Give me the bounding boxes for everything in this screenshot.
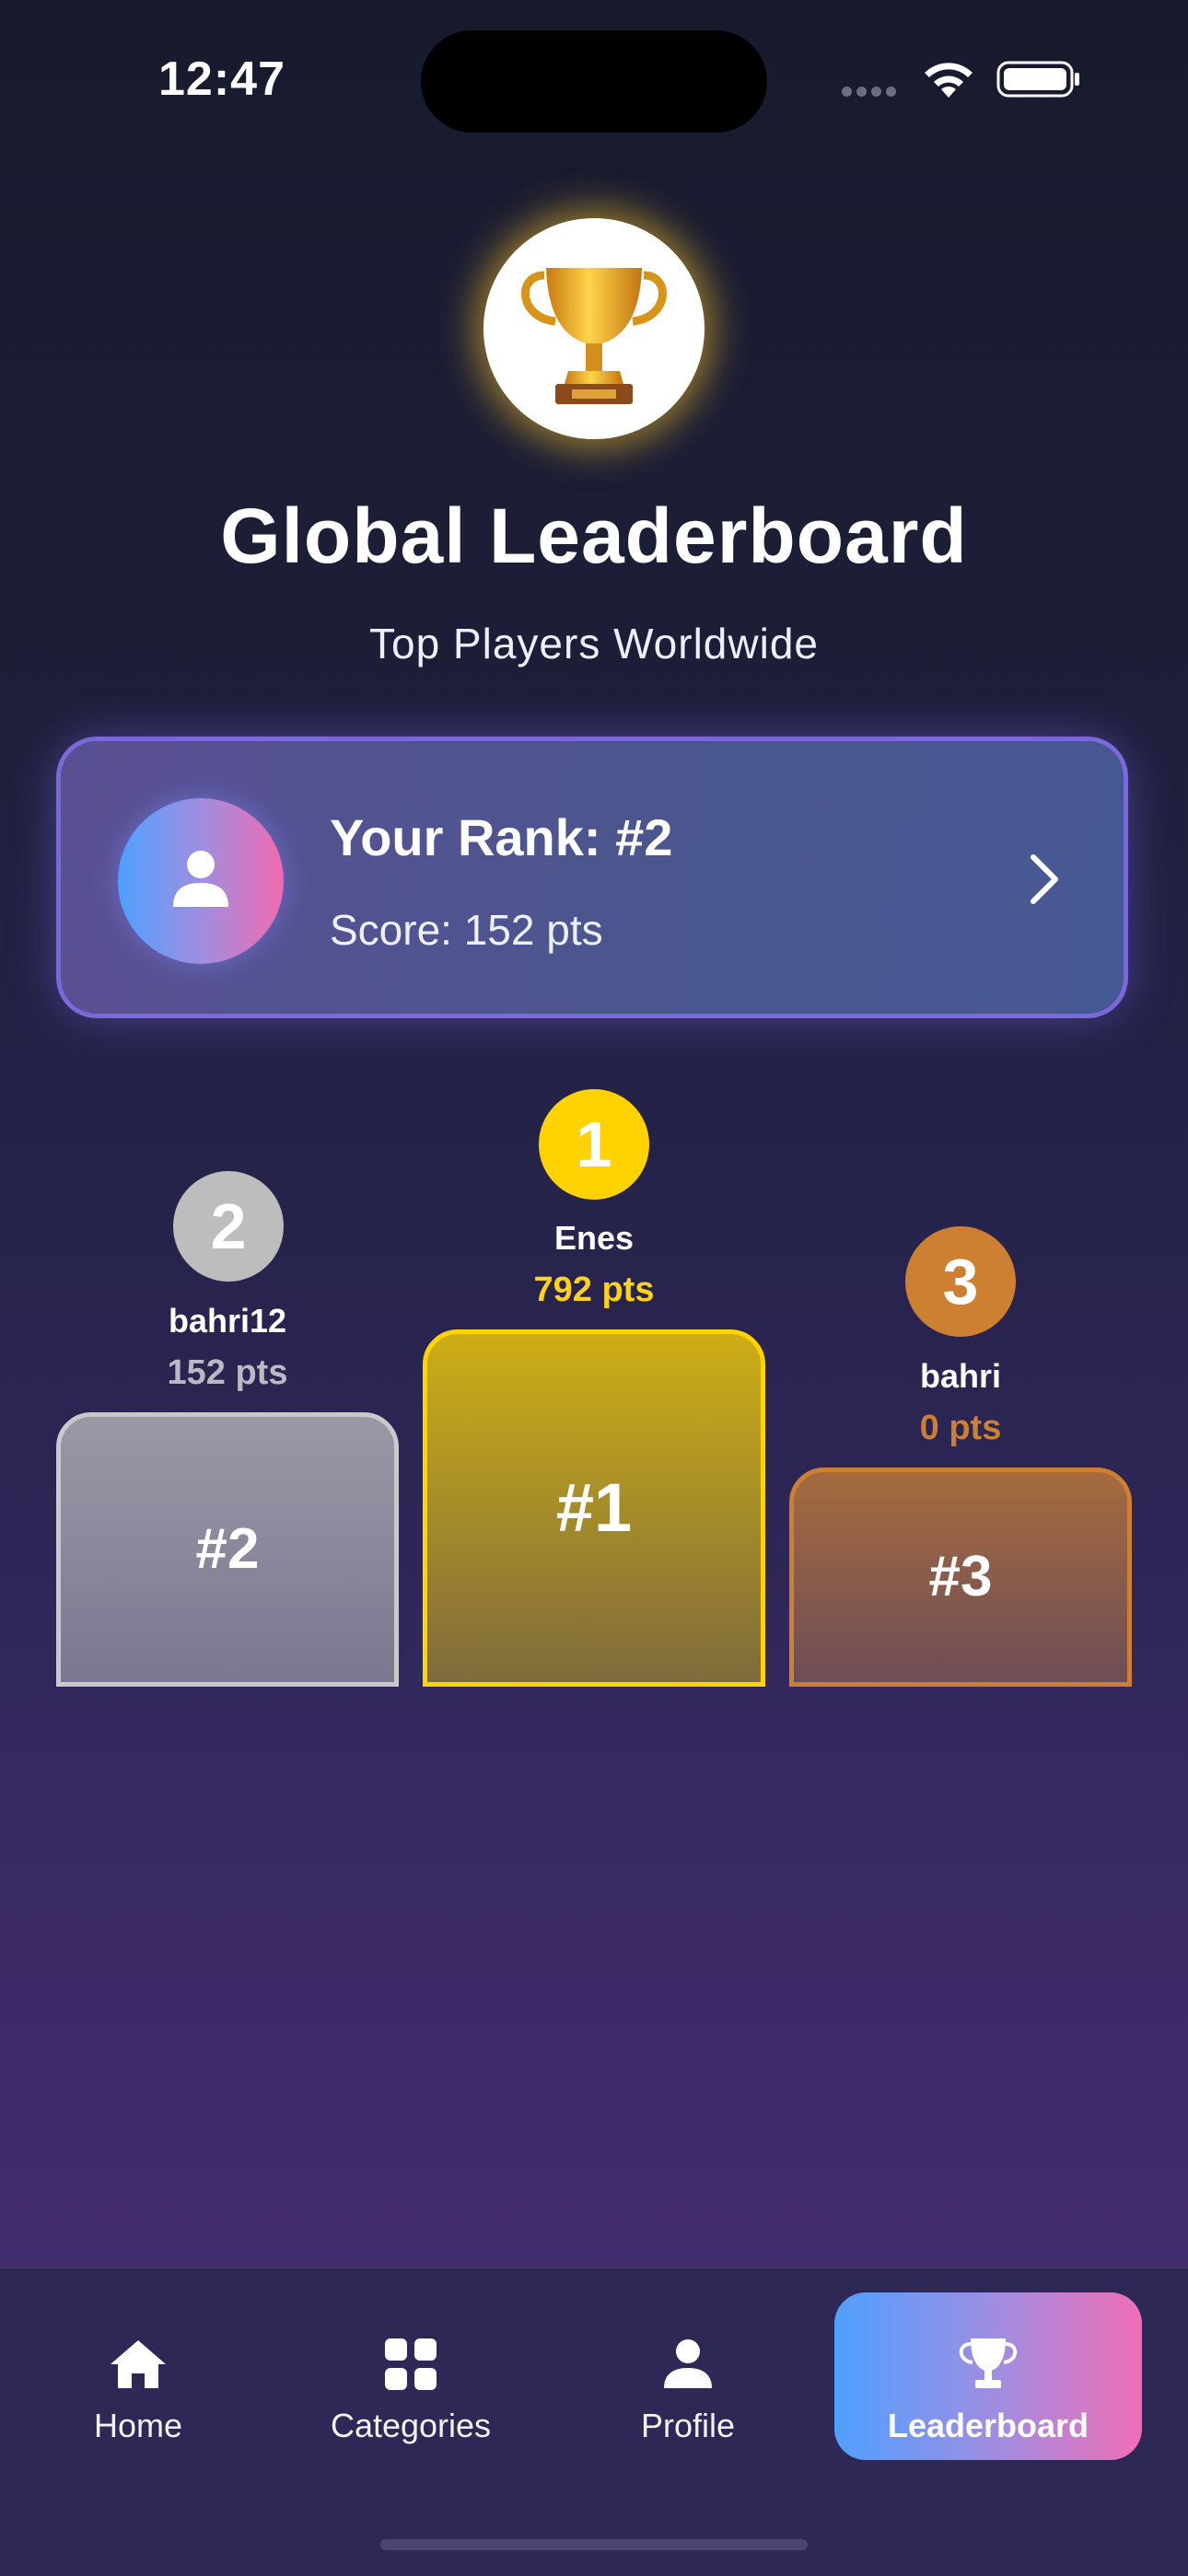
page-title: Global Leaderboard xyxy=(220,493,968,579)
tab-home[interactable]: Home xyxy=(0,2292,276,2458)
player-points-third: 0 pts xyxy=(919,1409,1002,1447)
tab-categories[interactable]: Categories xyxy=(273,2292,549,2458)
player-name-third: bahri xyxy=(919,1357,1001,1395)
podium-second: #2 xyxy=(56,1412,399,1687)
home-icon xyxy=(111,2340,166,2388)
rank-badge-second: 2 xyxy=(173,1171,284,1282)
tab-leaderboard[interactable]: Leaderboard xyxy=(834,2292,1142,2460)
dynamic-island xyxy=(421,30,767,133)
chevron-right-icon xyxy=(1031,854,1058,904)
home-indicator xyxy=(380,2539,808,2550)
tab-home-label: Home xyxy=(93,2407,183,2444)
person-icon xyxy=(664,2339,712,2388)
battery-icon xyxy=(996,61,1079,98)
status-bar: 12:47 xyxy=(0,0,1188,138)
avatar xyxy=(118,798,284,964)
trophy-badge xyxy=(483,218,705,439)
podium-third: #3 xyxy=(789,1468,1132,1687)
podium-first: #1 xyxy=(423,1329,765,1687)
rank-badge-first: 1 xyxy=(539,1089,649,1200)
rank-score: Score: 152 pts xyxy=(330,906,603,954)
trophy-icon xyxy=(521,268,667,404)
rank-badge-third: 3 xyxy=(905,1226,1016,1337)
player-name-second: bahri12 xyxy=(168,1302,287,1340)
tab-categories-label: Categories xyxy=(330,2407,492,2444)
trophy-icon xyxy=(959,2338,1018,2388)
wifi-icon xyxy=(925,63,973,98)
tab-profile-label: Profile xyxy=(640,2407,736,2444)
your-rank-card[interactable]: Your Rank: #2 Score: 152 pts xyxy=(56,737,1128,1018)
page-subtitle: Top Players Worldwide xyxy=(368,620,819,667)
player-name-first: Enes xyxy=(553,1219,635,1257)
player-points-second: 152 pts xyxy=(167,1353,288,1392)
rank-title: Your Rank: #2 xyxy=(330,808,673,866)
tab-leaderboard-label: Leaderboard xyxy=(887,2407,1089,2444)
grid-icon xyxy=(385,2338,437,2390)
tab-bar: Home Categories Profile Leaderboard xyxy=(0,2267,1188,2576)
cellular-signal-icon xyxy=(842,85,901,101)
tab-profile[interactable]: Profile xyxy=(550,2292,826,2458)
player-points-first: 792 pts xyxy=(533,1271,655,1309)
status-time: 12:47 xyxy=(158,52,285,106)
person-icon xyxy=(173,851,228,907)
